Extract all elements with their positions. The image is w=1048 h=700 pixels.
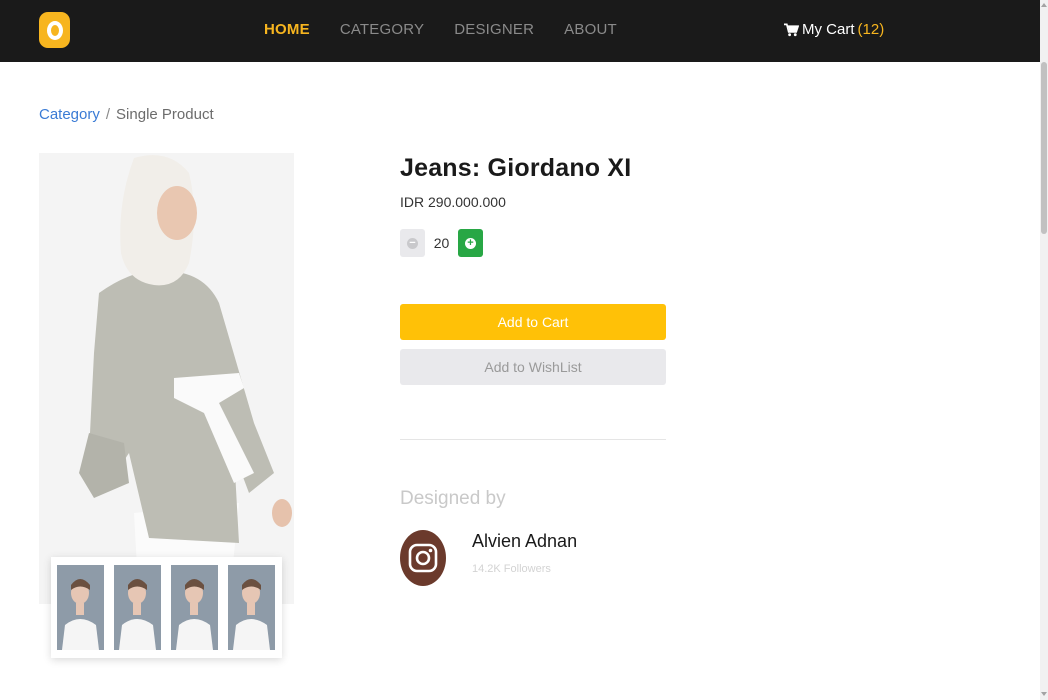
nav-about[interactable]: ABOUT <box>564 21 617 38</box>
logo-icon[interactable] <box>39 12 70 48</box>
add-to-cart-button[interactable]: Add to Cart <box>400 304 666 340</box>
cart-icon <box>784 23 799 36</box>
nav-menu: HOME CATEGORY DESIGNER ABOUT <box>264 21 617 38</box>
my-cart-link[interactable]: My Cart (12) <box>784 21 884 38</box>
navbar: HOME CATEGORY DESIGNER ABOUT My Cart (12… <box>0 0 1040 62</box>
cart-count: (12) <box>857 21 885 38</box>
nav-designer[interactable]: DESIGNER <box>454 21 534 38</box>
scroll-thumb[interactable] <box>1041 62 1047 234</box>
scroll-down-arrow[interactable] <box>1041 692 1047 696</box>
increase-quantity-button[interactable]: + <box>458 229 483 257</box>
product-main-image <box>39 153 294 604</box>
quantity-value: 20 <box>433 235 450 251</box>
product-price: IDR 290.000.000 <box>400 194 506 210</box>
product-title: Jeans: Giordano XI <box>400 154 632 182</box>
minus-icon: − <box>407 237 418 249</box>
breadcrumb-current: Single Product <box>116 106 214 123</box>
breadcrumb-category[interactable]: Category <box>39 106 100 123</box>
thumbnail-1[interactable] <box>57 565 104 650</box>
page-scrollbar[interactable] <box>1040 0 1048 700</box>
breadcrumb-separator: / <box>105 106 111 123</box>
plus-icon: + <box>465 237 476 249</box>
thumbnail-2[interactable] <box>114 565 161 650</box>
quantity-stepper: − 20 + <box>400 229 483 257</box>
scroll-up-arrow[interactable] <box>1041 3 1047 7</box>
thumbnail-3[interactable] <box>171 565 218 650</box>
decrease-quantity-button[interactable]: − <box>400 229 425 257</box>
instagram-icon <box>408 543 438 573</box>
cart-label: My Cart <box>802 21 855 38</box>
section-divider <box>400 439 666 440</box>
thumbnail-4[interactable] <box>228 565 275 650</box>
breadcrumb: Category / Single Product <box>39 106 214 123</box>
designer-followers: 14.2K Followers <box>472 563 551 575</box>
designed-by-heading: Designed by <box>400 488 506 509</box>
product-thumbnails <box>51 557 282 658</box>
designer-avatar[interactable] <box>400 530 446 586</box>
designer-name[interactable]: Alvien Adnan <box>472 531 577 552</box>
nav-category[interactable]: CATEGORY <box>340 21 424 38</box>
add-to-wishlist-button[interactable]: Add to WishList <box>400 349 666 385</box>
nav-home[interactable]: HOME <box>264 21 310 38</box>
